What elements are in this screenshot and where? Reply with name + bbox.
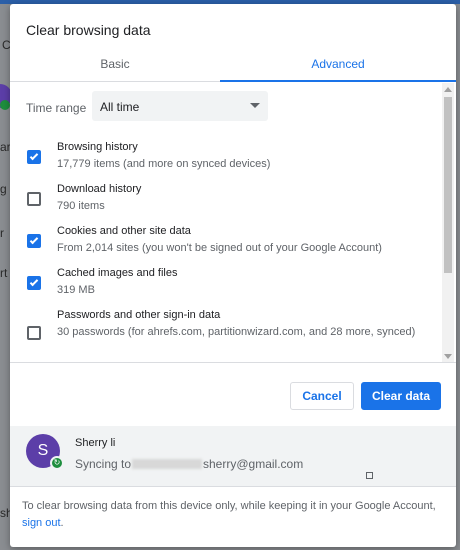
background-text: g xyxy=(0,182,7,196)
account-name: Sherry li xyxy=(75,437,116,449)
dropdown-arrow-icon xyxy=(250,103,260,108)
option-description: 17,779 items (and more on synced devices… xyxy=(57,158,271,170)
scroll-down-icon[interactable] xyxy=(444,354,452,359)
sync-email: sherry@gmail.com xyxy=(203,457,304,471)
time-range-value: All time xyxy=(100,100,140,114)
account-section: S ↻ Sherry li Syncing to sherry@gmail.co… xyxy=(10,426,456,487)
footer-text: To clear browsing data from this device … xyxy=(22,500,436,512)
small-square-icon xyxy=(366,472,373,479)
background-text: r xyxy=(0,226,4,240)
scrollbar[interactable] xyxy=(442,83,454,362)
option-title: Cookies and other site data xyxy=(57,225,191,237)
time-range-select[interactable]: All time xyxy=(92,91,268,121)
checkmark-icon xyxy=(29,151,39,161)
browsing-history-checkbox[interactable] xyxy=(27,150,41,164)
clear-data-button[interactable]: Clear data xyxy=(361,382,441,410)
tab-bar: Basic Advanced xyxy=(10,48,456,82)
cancel-button[interactable]: Cancel xyxy=(290,382,354,410)
redacted-email xyxy=(132,459,202,469)
dialog-title: Clear browsing data xyxy=(26,22,151,38)
sync-label: Syncing to xyxy=(75,457,132,471)
option-title: Cached images and files xyxy=(57,267,178,279)
options-scroll-area[interactable]: Time range All time Browsing history 17,… xyxy=(10,83,456,363)
footer-end: . xyxy=(60,517,64,529)
time-range-label: Time range xyxy=(26,101,87,115)
option-title: Browsing history xyxy=(57,141,138,153)
cached-images-checkbox[interactable] xyxy=(27,276,41,290)
active-tab-indicator xyxy=(220,80,456,82)
background-sync-icon xyxy=(0,100,10,110)
option-title: Passwords and other sign-in data xyxy=(57,309,221,321)
tab-basic[interactable]: Basic xyxy=(10,48,220,82)
cookies-checkbox[interactable] xyxy=(27,234,41,248)
option-title: Download history xyxy=(57,183,142,195)
scroll-up-icon[interactable] xyxy=(444,87,452,92)
option-description: 319 MB xyxy=(57,284,95,296)
tab-advanced[interactable]: Advanced xyxy=(220,48,456,82)
background-text: rt xyxy=(0,266,8,280)
footer-note: To clear browsing data from this device … xyxy=(22,498,442,532)
scrollbar-thumb[interactable] xyxy=(444,97,452,273)
sign-out-link[interactable]: sign out xyxy=(22,517,61,529)
sync-icon: ↻ xyxy=(50,456,64,470)
option-description: 790 items xyxy=(57,200,105,212)
download-history-checkbox[interactable] xyxy=(27,192,41,206)
checkmark-icon xyxy=(29,277,39,287)
option-description: 30 passwords (for ahrefs.com, partitionw… xyxy=(57,326,416,338)
checkmark-icon xyxy=(29,235,39,245)
clear-browsing-data-dialog: Clear browsing data Basic Advanced Time … xyxy=(10,4,456,547)
option-description: From 2,014 sites (you won't be signed ou… xyxy=(57,242,382,254)
passwords-checkbox[interactable] xyxy=(27,326,41,340)
